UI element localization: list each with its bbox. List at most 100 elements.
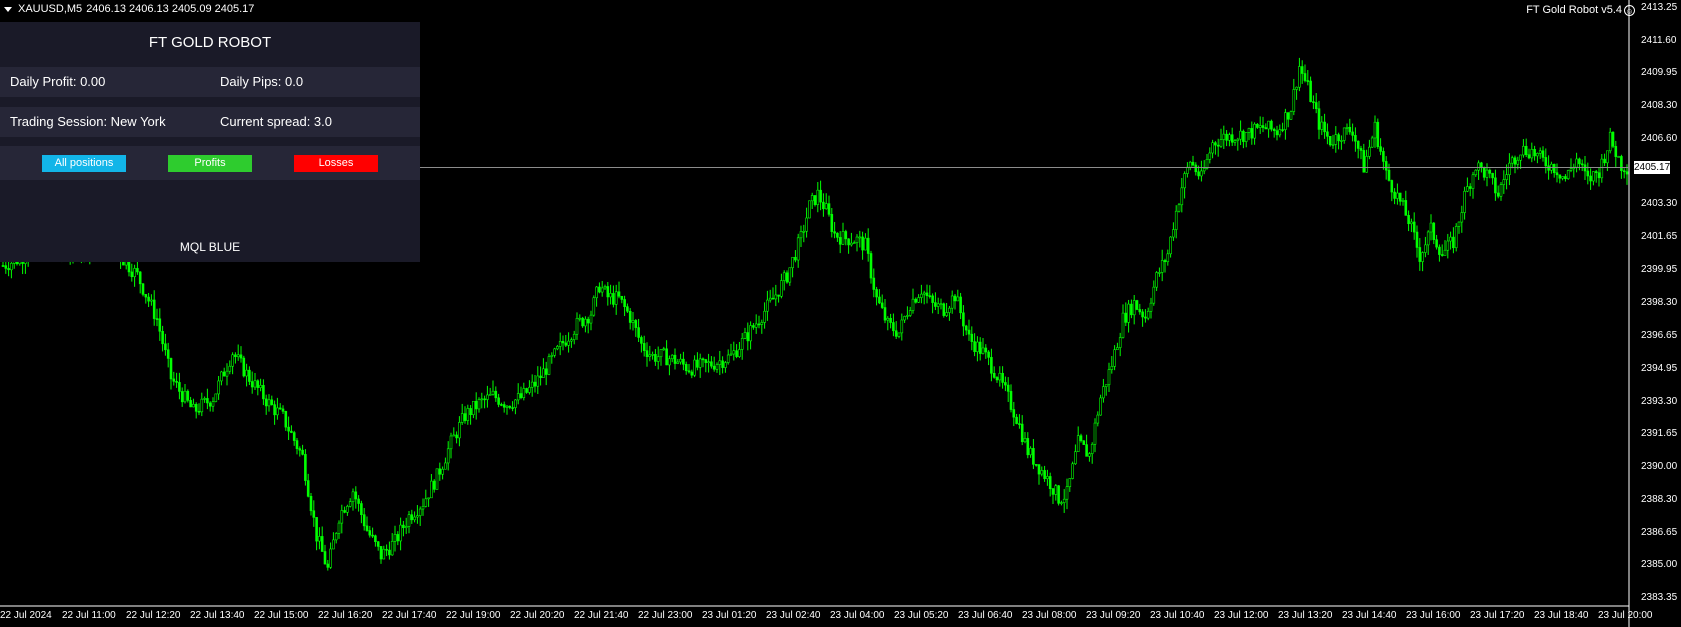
candle-body [561, 341, 565, 344]
time-tick-label: 22 Jul 12:20 [126, 610, 181, 621]
candle-body [1597, 172, 1601, 179]
candle-body [1247, 128, 1251, 133]
candle-body [150, 299, 153, 302]
candle-body [183, 390, 187, 403]
candle-body [1555, 172, 1559, 176]
candle-body [1295, 86, 1298, 90]
candle-body [1564, 176, 1567, 180]
candle-body [536, 375, 540, 387]
candle-body [1286, 112, 1290, 120]
candle-body [782, 272, 786, 281]
losses-button[interactable]: Losses [294, 155, 378, 172]
candle-body [1614, 146, 1618, 157]
candle-body [1292, 89, 1296, 112]
candle-body [497, 397, 500, 405]
time-tick-label: 23 Jul 20:00 [1598, 610, 1653, 621]
candle-body [1281, 129, 1284, 131]
candle-body [600, 287, 604, 293]
candle-body [1421, 252, 1424, 262]
price-tick-label: 2409.95 [1641, 67, 1678, 79]
candle-body [1186, 166, 1189, 174]
candle-body [855, 236, 859, 243]
price-tick-label: 2413.25 [1641, 2, 1678, 13]
candle-body [900, 319, 904, 334]
candle-body [1510, 157, 1514, 164]
candle-body [595, 286, 598, 299]
smiley-icon: ☺ [1624, 4, 1635, 16]
candle-body [922, 292, 926, 295]
candle-body [581, 317, 584, 327]
candle-body [228, 365, 232, 372]
candle-body [368, 530, 372, 536]
candle-body [382, 548, 386, 560]
candle-body [950, 295, 954, 309]
candle-body [1424, 244, 1427, 253]
candle-body [1398, 192, 1402, 202]
candle-body [1390, 180, 1394, 193]
candle-body [1592, 171, 1595, 182]
candle-body [962, 312, 965, 327]
candle-body [455, 434, 458, 439]
price-tick-label: 2394.95 [1641, 363, 1678, 375]
candle-body [1376, 121, 1380, 147]
candle-body [516, 393, 520, 401]
candle-body [906, 315, 909, 317]
candle-body [449, 435, 453, 450]
candle-body [785, 272, 789, 283]
profits-button[interactable]: Profits [168, 155, 252, 172]
candle-body [259, 385, 262, 388]
all-positions-button[interactable]: All positions [42, 155, 126, 172]
candle-body [511, 407, 514, 409]
candle-body [1225, 133, 1228, 141]
candle-body [1158, 272, 1161, 274]
candle-body [1407, 215, 1410, 225]
candle-body [376, 541, 380, 547]
candle-body [200, 398, 204, 413]
candle-body [1104, 384, 1108, 387]
candle-body [578, 317, 582, 320]
time-tick-label: 23 Jul 08:00 [1022, 610, 1077, 621]
candle-body [547, 356, 551, 375]
candle-body [1368, 146, 1371, 157]
dropdown-triangle-icon[interactable] [4, 6, 12, 12]
candle-body [1149, 302, 1153, 312]
candle-body [315, 517, 318, 542]
candle-body [309, 496, 313, 512]
candle-body [1491, 173, 1494, 179]
candle-body [1230, 134, 1234, 143]
candle-body [544, 368, 548, 375]
chart-window[interactable]: 2413.25 2411.60 2409.95 2408.30 2406.60 2403.… [0, 0, 1681, 627]
candle-body [1496, 192, 1500, 197]
candle-body [802, 230, 806, 233]
candle-body [197, 411, 201, 413]
candle-body [525, 388, 528, 393]
candle-body [808, 200, 811, 219]
candle-body [1071, 463, 1074, 479]
session-row: Trading Session: New York Current spread… [0, 107, 420, 137]
candle-body [1365, 156, 1368, 173]
candle-body [1452, 236, 1455, 249]
candle-body [488, 394, 492, 396]
candle-body [1342, 127, 1346, 141]
candle-body [684, 363, 688, 372]
candle-body [435, 468, 439, 490]
candle-body [1060, 502, 1063, 504]
candle-body [768, 297, 772, 301]
candle-body [1499, 184, 1503, 197]
candle-body [701, 358, 705, 361]
candle-body [1370, 137, 1374, 148]
time-tick-label: 23 Jul 12:00 [1214, 610, 1269, 621]
candle-body [1415, 231, 1419, 248]
candle-body [1362, 150, 1366, 173]
candle-body [589, 314, 593, 324]
candle-body [889, 317, 892, 323]
candle-body [869, 253, 873, 279]
candle-body [250, 381, 254, 388]
candle-body [141, 283, 145, 295]
candle-body [1412, 221, 1416, 233]
candle-body [1006, 384, 1010, 392]
candle-body [1578, 158, 1581, 165]
candle-body [1020, 423, 1024, 443]
candle-body [1183, 173, 1186, 189]
candle-body [1622, 170, 1626, 173]
